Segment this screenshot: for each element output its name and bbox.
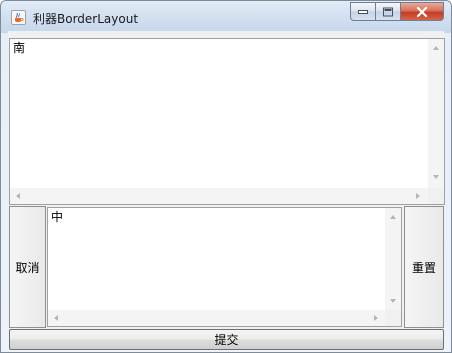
reset-button-label: 重置	[411, 260, 436, 275]
north-text: 南	[13, 41, 26, 55]
reset-button[interactable]: 重置	[404, 206, 444, 328]
cancel-button[interactable]: 取消	[9, 206, 46, 328]
title-bar[interactable]: 利器BorderLayout	[1, 1, 451, 33]
center-horizontal-scrollbar[interactable]	[48, 310, 385, 326]
north-horizontal-scrollbar[interactable]	[10, 188, 428, 204]
cancel-button-label: 取消	[15, 260, 40, 275]
minimize-icon	[358, 9, 368, 14]
center-vertical-scrollbar[interactable]	[385, 208, 401, 310]
scroll-corner	[428, 188, 444, 204]
scroll-right-icon[interactable]	[416, 193, 420, 199]
scroll-up-icon[interactable]	[433, 46, 439, 50]
maximize-button[interactable]	[376, 2, 401, 21]
close-icon	[416, 6, 428, 17]
scroll-left-icon[interactable]	[16, 193, 20, 199]
java-coffee-cup-icon[interactable]	[11, 10, 26, 25]
maximize-icon	[383, 7, 393, 16]
center-text-area[interactable]: 中	[47, 207, 402, 327]
close-button[interactable]	[401, 2, 444, 21]
scroll-down-icon[interactable]	[390, 299, 396, 303]
scroll-right-icon[interactable]	[374, 315, 378, 321]
scroll-down-icon[interactable]	[433, 175, 439, 179]
scroll-corner	[385, 310, 401, 326]
app-window: 利器BorderLayout 南 取消 中 重置 提交	[0, 0, 452, 353]
window-title: 利器BorderLayout	[33, 12, 139, 26]
scroll-left-icon[interactable]	[54, 315, 58, 321]
content-pane: 南 取消 中 重置 提交	[8, 31, 445, 350]
submit-button[interactable]: 提交	[9, 329, 444, 350]
submit-button-label: 提交	[214, 333, 239, 347]
scroll-up-icon[interactable]	[390, 215, 396, 219]
window-controls	[350, 2, 444, 22]
minimize-button[interactable]	[350, 2, 376, 21]
north-vertical-scrollbar[interactable]	[428, 39, 444, 188]
center-text: 中	[51, 210, 64, 224]
north-text-area[interactable]: 南	[9, 38, 445, 205]
